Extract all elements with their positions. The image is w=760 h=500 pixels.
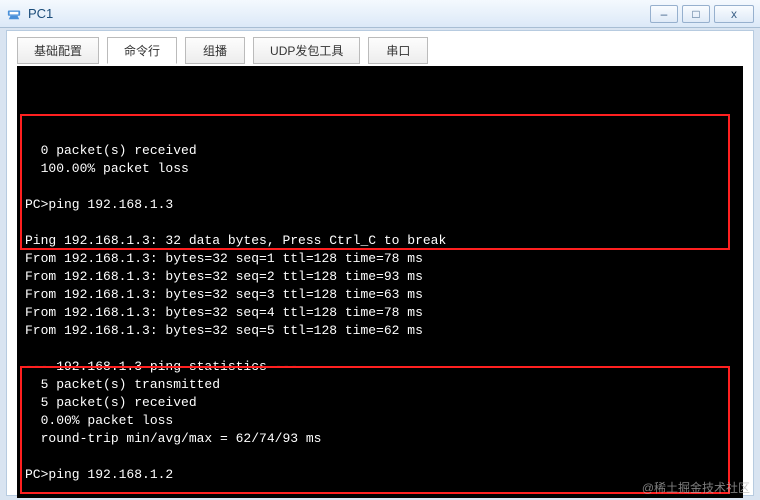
terminal-line <box>25 448 735 466</box>
terminal-line: From 192.168.1.3: bytes=32 seq=1 ttl=128… <box>25 250 735 268</box>
window-title: PC1 <box>28 6 650 21</box>
terminal-line: From 192.168.1.3: bytes=32 seq=2 ttl=128… <box>25 268 735 286</box>
tab-multicast[interactable]: 组播 <box>185 37 245 64</box>
tab-serial[interactable]: 串口 <box>368 37 428 64</box>
terminal-line: 0 packet(s) received <box>25 142 735 160</box>
terminal-line: 100.00% packet loss <box>25 160 735 178</box>
terminal-line: round-trip min/avg/max = 62/74/93 ms <box>25 430 735 448</box>
window-titlebar: PC1 – □ x <box>0 0 760 28</box>
terminal-line: Ping 192.168.1.3: 32 data bytes, Press C… <box>25 232 735 250</box>
terminal-line <box>25 484 735 498</box>
terminal-line: 5 packet(s) received <box>25 394 735 412</box>
minimize-button[interactable]: – <box>650 5 678 23</box>
window-buttons: – □ x <box>650 5 754 23</box>
terminal-line: PC>ping 192.168.1.2 <box>25 466 735 484</box>
terminal-line: --- 192.168.1.3 ping statistics --- <box>25 358 735 376</box>
content-area: 基础配置 命令行 组播 UDP发包工具 串口 0 packet(s) recei… <box>6 30 754 496</box>
tab-command-line[interactable]: 命令行 <box>107 37 177 64</box>
terminal-line: From 192.168.1.3: bytes=32 seq=5 ttl=128… <box>25 322 735 340</box>
tab-bar: 基础配置 命令行 组播 UDP发包工具 串口 <box>17 37 743 64</box>
terminal-line: 5 packet(s) transmitted <box>25 376 735 394</box>
terminal-line: From 192.168.1.3: bytes=32 seq=3 ttl=128… <box>25 286 735 304</box>
terminal-line: From 192.168.1.3: bytes=32 seq=4 ttl=128… <box>25 304 735 322</box>
terminal-line: 0.00% packet loss <box>25 412 735 430</box>
tab-basic-config[interactable]: 基础配置 <box>17 37 99 64</box>
terminal-line <box>25 340 735 358</box>
watermark: @稀土掘金技术社区 <box>642 479 750 496</box>
terminal-line: PC>ping 192.168.1.3 <box>25 196 735 214</box>
close-button[interactable]: x <box>714 5 754 23</box>
maximize-button[interactable]: □ <box>682 5 710 23</box>
tab-udp-tool[interactable]: UDP发包工具 <box>253 37 360 64</box>
terminal-output[interactable]: 0 packet(s) received 100.00% packet loss… <box>17 66 743 498</box>
terminal-line <box>25 178 735 196</box>
app-icon <box>6 6 22 22</box>
terminal-line <box>25 214 735 232</box>
